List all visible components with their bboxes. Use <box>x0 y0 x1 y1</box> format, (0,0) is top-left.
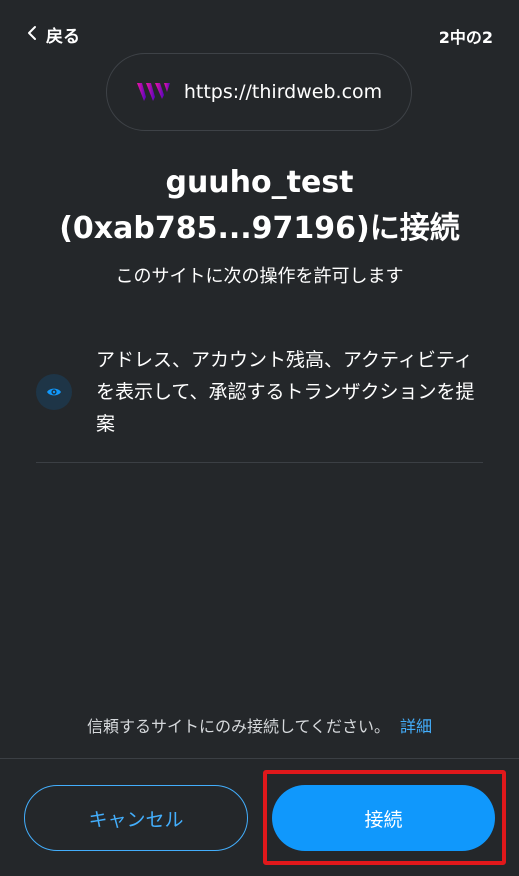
back-button[interactable]: 戻る <box>26 22 80 47</box>
permission-text: アドレス、アカウント残高、アクティビティを表示して、承認するトランザクションを提… <box>96 349 475 435</box>
eye-icon <box>36 374 72 410</box>
permission-item: アドレス、アカウント残高、アクティビティを表示して、承認するトランザクションを提… <box>36 344 483 440</box>
account-address-connect: (0xab785...97196)に接続 <box>59 211 460 246</box>
footer-divider <box>0 758 519 759</box>
trust-note-text: 信頼するサイトにのみ接続してください。 <box>86 717 391 736</box>
divider <box>36 462 483 463</box>
cancel-button[interactable]: キャンセル <box>24 785 248 851</box>
chevron-left-icon <box>26 25 40 45</box>
learn-more-link[interactable]: 詳細 <box>400 717 432 736</box>
connect-button[interactable]: 接続 <box>272 785 495 851</box>
account-name: guuho_test <box>165 165 354 200</box>
thirdweb-logo-icon <box>136 80 172 104</box>
site-origin-pill: https://thirdweb.com <box>106 53 412 131</box>
back-label: 戻る <box>46 27 80 47</box>
origin-url: https://thirdweb.com <box>183 81 383 103</box>
header: 戻る 2中の2 <box>26 22 493 50</box>
trust-note: 信頼するサイトにのみ接続してください。 詳細 <box>0 715 519 739</box>
permission-subtitle: このサイトに次の操作を許可します <box>115 266 404 287</box>
connect-title: guuho_test (0xab785...97196)に接続 <box>0 160 519 252</box>
step-indicator: 2中の2 <box>438 28 493 47</box>
